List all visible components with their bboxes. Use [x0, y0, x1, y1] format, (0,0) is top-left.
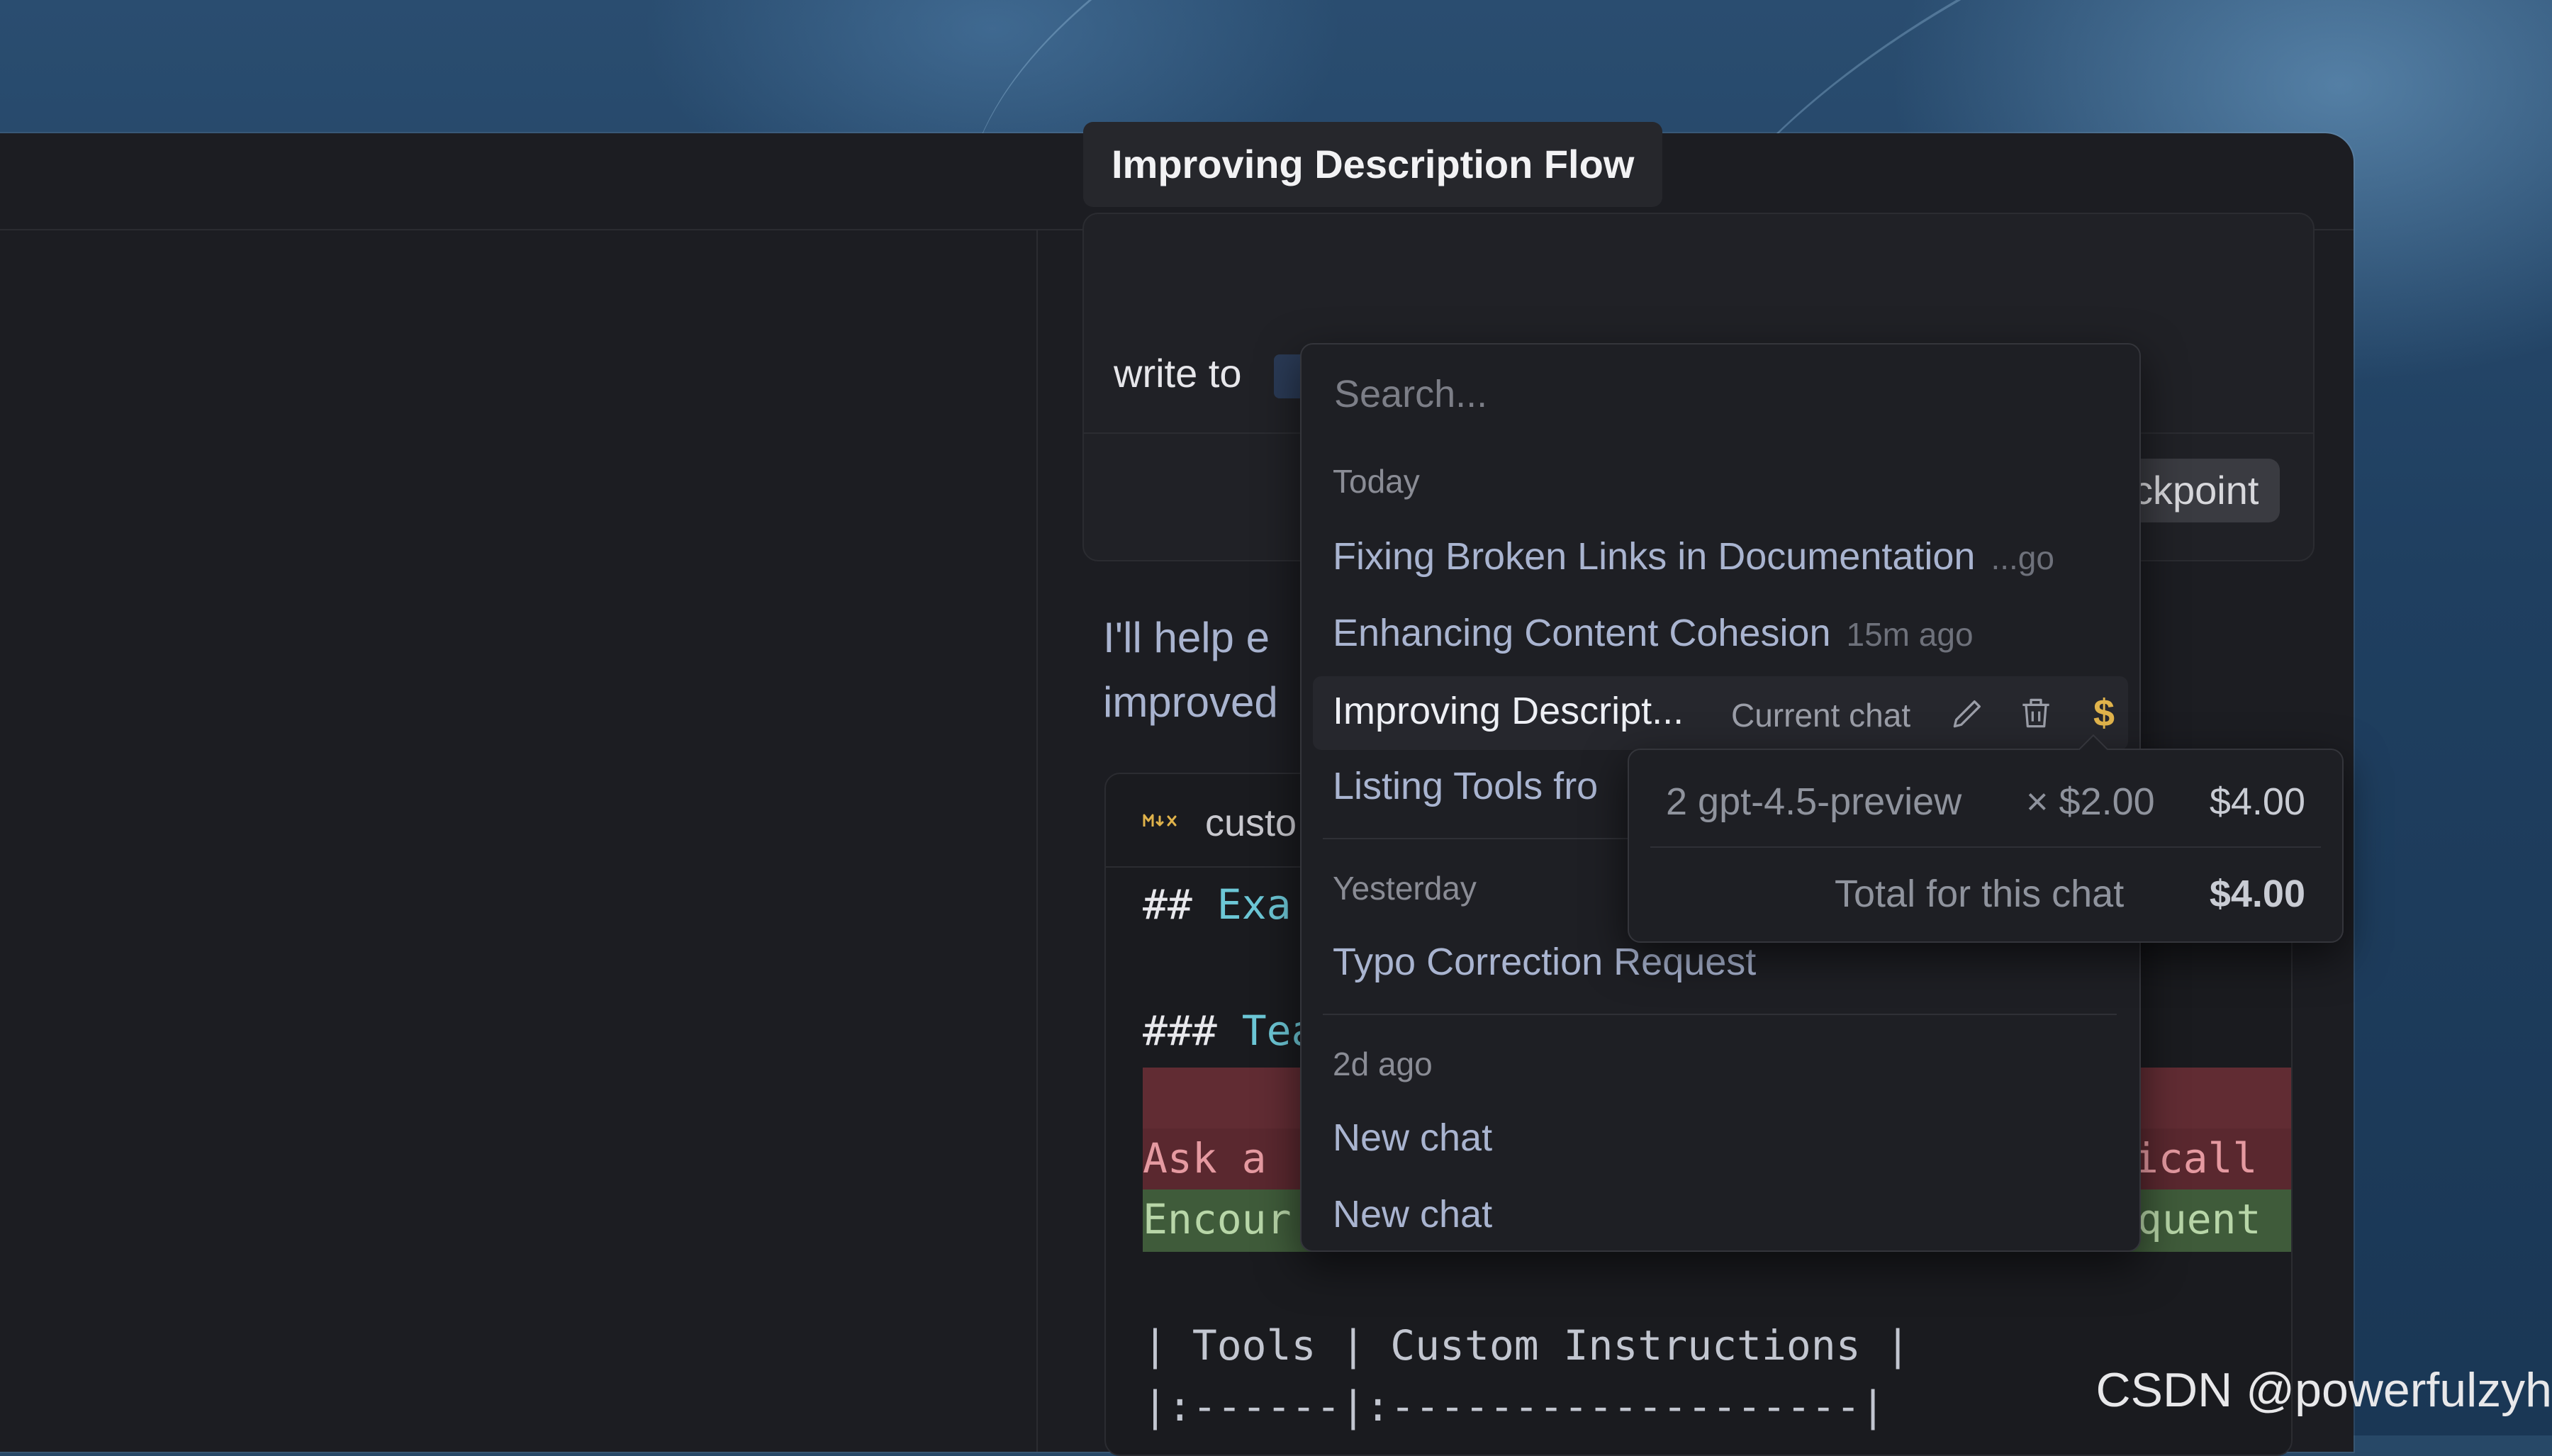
history-item[interactable]: Fixing Broken Links in Documentation ...g… [1333, 534, 2054, 578]
code-line: |:------|:-------------------| [1143, 1382, 1886, 1430]
current-chat-title: Improving Descript... [1333, 690, 1684, 732]
history-item[interactable]: New chat [1333, 1116, 1492, 1160]
history-item[interactable]: Typo Correction Request [1333, 940, 1756, 984]
current-chat-badge: Current chat [1731, 697, 1911, 734]
user-message-text: write to [1114, 351, 1242, 396]
history-item[interactable]: Enhancing Content Cohesion 15m ago [1333, 611, 1974, 655]
code-line: ### Tea [1143, 1007, 1316, 1055]
editor-pane [0, 230, 1038, 1452]
cost-line-amount: $4.00 [2209, 780, 2305, 823]
cost-breakdown-tooltip: 2 gpt-4.5-preview × $2.00 $4.00 Total fo… [1628, 734, 2344, 943]
diff-removed-text: Ask a [1143, 1134, 1267, 1182]
trash-icon[interactable] [2015, 692, 2057, 734]
code-file-name[interactable]: custo [1205, 801, 1297, 845]
cost-rate: × $2.00 [2026, 780, 2155, 823]
watermark-text: CSDN @powerfulzyh [2095, 1363, 2552, 1417]
cost-total-label: Total for this chat [1835, 873, 2125, 915]
section-divider [1323, 1014, 2117, 1015]
section-label-today: Today [1333, 463, 1420, 500]
code-line: ## Exa [1143, 880, 1292, 929]
markdown-icon [1143, 814, 1177, 827]
pencil-icon[interactable] [1947, 692, 1989, 734]
cost-model-usage: 2 gpt-4.5-preview [1666, 780, 1962, 823]
cost-total-value: $4.00 [2209, 873, 2305, 915]
history-item[interactable]: Listing Tools fro [1333, 764, 1598, 808]
history-item[interactable]: New chat [1333, 1192, 1492, 1236]
dollar-icon[interactable]: $ [2083, 692, 2125, 734]
section-label-2d-ago: 2d ago [1333, 1046, 1433, 1082]
assistant-message-line: improved [1103, 678, 1278, 726]
assistant-message-line: I'll help e [1103, 614, 1270, 661]
section-label-yesterday: Yesterday [1333, 870, 1477, 907]
diff-added-text: Encour [1143, 1195, 1292, 1243]
tooltip-divider [1650, 846, 2321, 848]
history-search-input[interactable] [1333, 362, 2101, 427]
code-line: | Tools | Custom Instructions | [1143, 1321, 1910, 1370]
chat-title[interactable]: Improving Description Flow [1083, 122, 1663, 207]
